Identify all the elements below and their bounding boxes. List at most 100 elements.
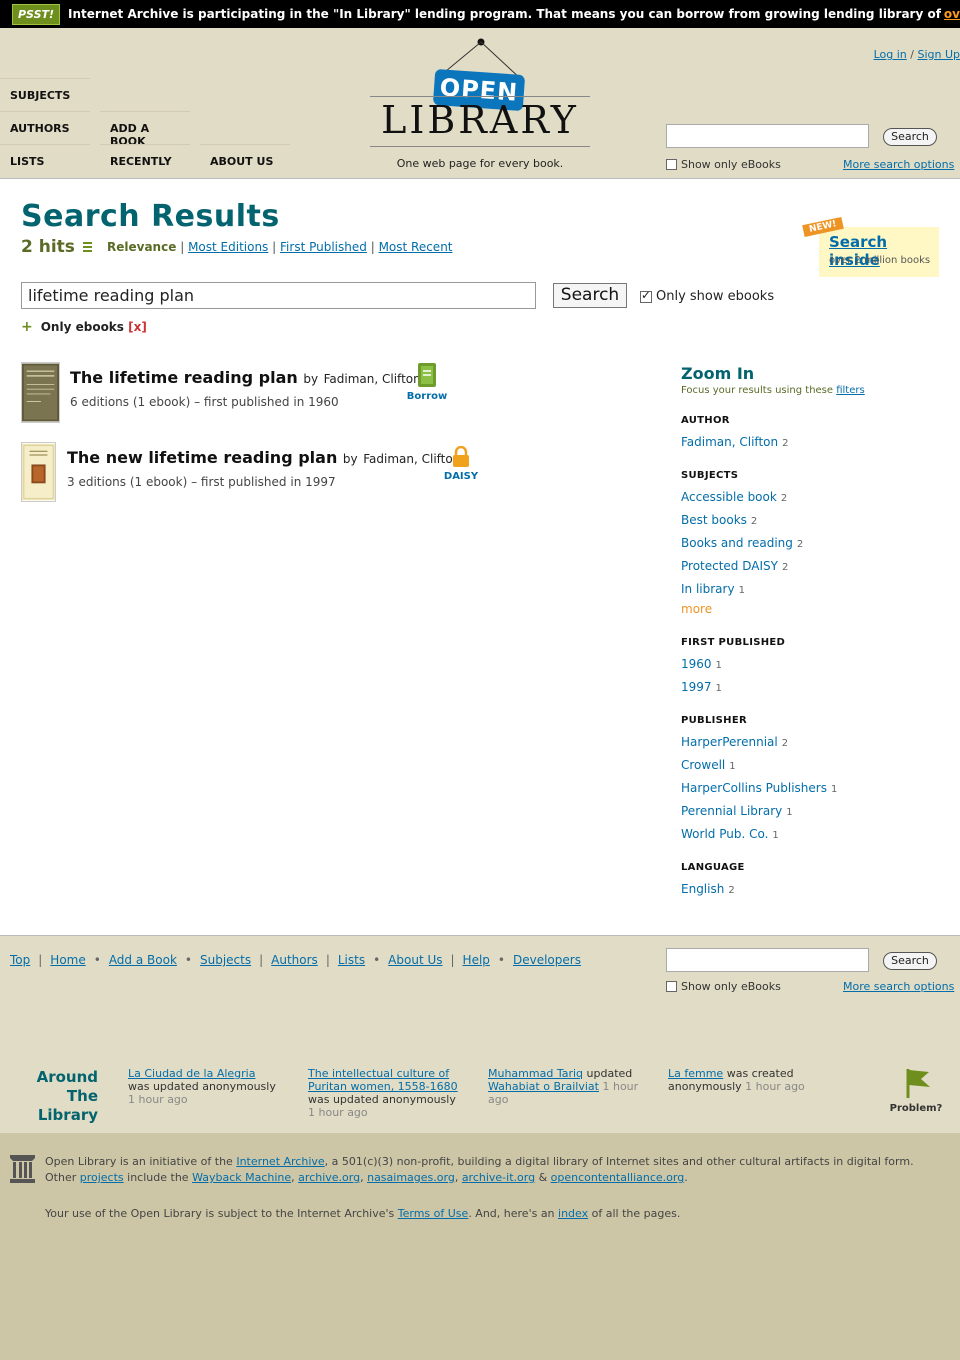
- checkbox[interactable]: [666, 981, 677, 992]
- footer-link-add-book[interactable]: Add a Book: [109, 953, 177, 967]
- facet-year[interactable]: 1997 1: [681, 680, 722, 694]
- nav-lists[interactable]: LISTS: [0, 144, 90, 177]
- result-title-text[interactable]: The lifetime reading plan: [70, 368, 298, 387]
- separator: •: [184, 953, 192, 967]
- facet-publisher[interactable]: Crowell 1: [681, 758, 736, 772]
- query-search-button[interactable]: Search: [553, 283, 627, 308]
- terms-link[interactable]: Terms of Use: [398, 1207, 469, 1220]
- result-title[interactable]: The lifetime reading plan by Fadiman, Cl…: [70, 368, 421, 387]
- footer-search-input[interactable]: [666, 948, 869, 972]
- facet-year[interactable]: 1960 1: [681, 657, 722, 671]
- facet-label[interactable]: World Pub. Co.: [681, 827, 768, 841]
- nasa-images-link[interactable]: nasaimages.org: [367, 1171, 455, 1184]
- nav-authors[interactable]: AUTHORS: [0, 111, 90, 144]
- footer-link-lists[interactable]: Lists: [338, 953, 365, 967]
- wayback-link[interactable]: Wayback Machine: [192, 1171, 291, 1184]
- facet-subject[interactable]: In library 1: [681, 582, 745, 596]
- recent-change-link[interactable]: Wahabiat o Brailviat: [488, 1080, 599, 1093]
- archive-org-link[interactable]: archive.org: [298, 1171, 360, 1184]
- facet-label[interactable]: Perennial Library: [681, 804, 782, 818]
- facet-label[interactable]: Books and reading: [681, 536, 793, 550]
- archive-it-link[interactable]: archive-it.org: [462, 1171, 535, 1184]
- sort-most-recent[interactable]: Most Recent: [379, 240, 453, 254]
- recent-change-link[interactable]: The intellectual culture of Puritan wome…: [308, 1067, 458, 1093]
- open-library-logo[interactable]: OPEN LIBRARY One web page for every book…: [370, 38, 590, 178]
- facet-label[interactable]: English: [681, 882, 724, 896]
- logo-wordmark: LIBRARY: [381, 98, 579, 142]
- legal-line-2: Other projects include the Wayback Machi…: [45, 1170, 688, 1186]
- facet-subject[interactable]: Best books 2: [681, 513, 757, 527]
- footer-link-developers[interactable]: Developers: [513, 953, 581, 967]
- header-search-button[interactable]: Search: [883, 128, 937, 146]
- checkbox[interactable]: [666, 159, 677, 170]
- facet-label[interactable]: Best books: [681, 513, 747, 527]
- sort-first-published[interactable]: First Published: [280, 240, 367, 254]
- footer-link-subjects[interactable]: Subjects: [200, 953, 251, 967]
- projects-link[interactable]: projects: [80, 1171, 124, 1184]
- index-link[interactable]: index: [558, 1207, 588, 1220]
- only-ebooks-toggle[interactable]: Only show ebooks: [640, 288, 774, 304]
- sort-relevance[interactable]: Relevance: [107, 240, 176, 254]
- facet-label[interactable]: Fadiman, Clifton: [681, 435, 778, 449]
- only-ebooks-checkbox[interactable]: [640, 288, 652, 303]
- facet-count: 2: [780, 493, 788, 504]
- facet-label[interactable]: Accessible book: [681, 490, 777, 504]
- footer-search-button[interactable]: Search: [883, 952, 937, 970]
- footer-link-top[interactable]: Top: [10, 953, 30, 967]
- facet-label[interactable]: HarperPerennial: [681, 735, 778, 749]
- facet-subject[interactable]: Books and reading 2: [681, 536, 803, 550]
- borrow-button[interactable]: Borrow: [402, 362, 452, 402]
- recent-change-link[interactable]: La Ciudad de la Alegria: [128, 1067, 255, 1080]
- more-search-options-link[interactable]: More search options: [843, 158, 954, 171]
- query-input[interactable]: lifetime reading plan: [21, 282, 536, 309]
- sort-most-editions[interactable]: Most Editions: [188, 240, 268, 254]
- facet-language[interactable]: English 2: [681, 882, 735, 896]
- facet-publisher[interactable]: World Pub. Co. 1: [681, 827, 779, 841]
- footer-link-help[interactable]: Help: [463, 953, 490, 967]
- login-link[interactable]: Log in: [874, 48, 907, 61]
- result-title-text[interactable]: The new lifetime reading plan: [67, 448, 337, 467]
- search-inside-promo[interactable]: NEW! Search inside over 2 million books: [802, 217, 939, 277]
- nav-recently[interactable]: RECENTLY: [100, 144, 190, 177]
- facet-subject[interactable]: Accessible book 2: [681, 490, 787, 504]
- facet-subject[interactable]: Protected DAISY 2: [681, 559, 788, 573]
- daisy-button[interactable]: DAISY: [436, 445, 486, 482]
- header-ebooks-toggle[interactable]: Show only eBooks: [666, 158, 781, 171]
- ebooks-link[interactable]: over 100,000 eBooks: [944, 7, 960, 21]
- facet-label[interactable]: In library: [681, 582, 735, 596]
- facet-label[interactable]: 1997: [681, 680, 712, 694]
- facet-count: 1: [830, 784, 838, 795]
- facet-publisher[interactable]: HarperPerennial 2: [681, 735, 788, 749]
- facet-author[interactable]: Fadiman, Clifton 2: [681, 435, 788, 449]
- recent-change-link[interactable]: Muhammad Tariq: [488, 1067, 583, 1080]
- book-cover[interactable]: [21, 442, 56, 502]
- footer-ebooks-toggle[interactable]: Show only eBooks: [666, 980, 781, 993]
- facet-more-link[interactable]: more: [681, 602, 712, 616]
- oca-link[interactable]: opencontentalliance.org: [551, 1171, 685, 1184]
- recent-change-text: was updated anonymously: [128, 1080, 276, 1093]
- result-title[interactable]: The new lifetime reading plan by Fadiman…: [67, 448, 460, 467]
- signup-link[interactable]: Sign Up: [917, 48, 960, 61]
- recent-change-link[interactable]: La femme: [668, 1067, 723, 1080]
- facet-label[interactable]: HarperCollins Publishers: [681, 781, 827, 795]
- report-problem-button[interactable]: Problem?: [888, 1066, 944, 1114]
- footer-link-about[interactable]: About Us: [388, 953, 442, 967]
- header-search-input[interactable]: [666, 124, 869, 148]
- nav-add-book[interactable]: ADD A BOOK: [100, 111, 190, 148]
- site-header: SUBJECTS AUTHORS ADD A BOOK LISTS RECENT…: [0, 28, 960, 178]
- footer-more-search-options-link[interactable]: More search options: [843, 980, 954, 993]
- facet-publisher[interactable]: HarperCollins Publishers 1: [681, 781, 837, 795]
- internet-archive-link[interactable]: Internet Archive: [236, 1155, 324, 1168]
- facet-publisher[interactable]: Perennial Library 1: [681, 804, 793, 818]
- footer-link-home[interactable]: Home: [50, 953, 85, 967]
- footer-link-authors[interactable]: Authors: [271, 953, 318, 967]
- facet-label[interactable]: Crowell: [681, 758, 725, 772]
- facet-label[interactable]: Protected DAISY: [681, 559, 778, 573]
- nav-about[interactable]: ABOUT US: [200, 144, 290, 177]
- book-cover[interactable]: [21, 362, 60, 423]
- remove-filter-button[interactable]: [x]: [128, 320, 147, 334]
- facet-label[interactable]: 1960: [681, 657, 712, 671]
- logo-tagline: One web page for every book.: [396, 157, 564, 170]
- filters-link[interactable]: filters: [836, 385, 864, 396]
- nav-subjects[interactable]: SUBJECTS: [0, 78, 90, 111]
